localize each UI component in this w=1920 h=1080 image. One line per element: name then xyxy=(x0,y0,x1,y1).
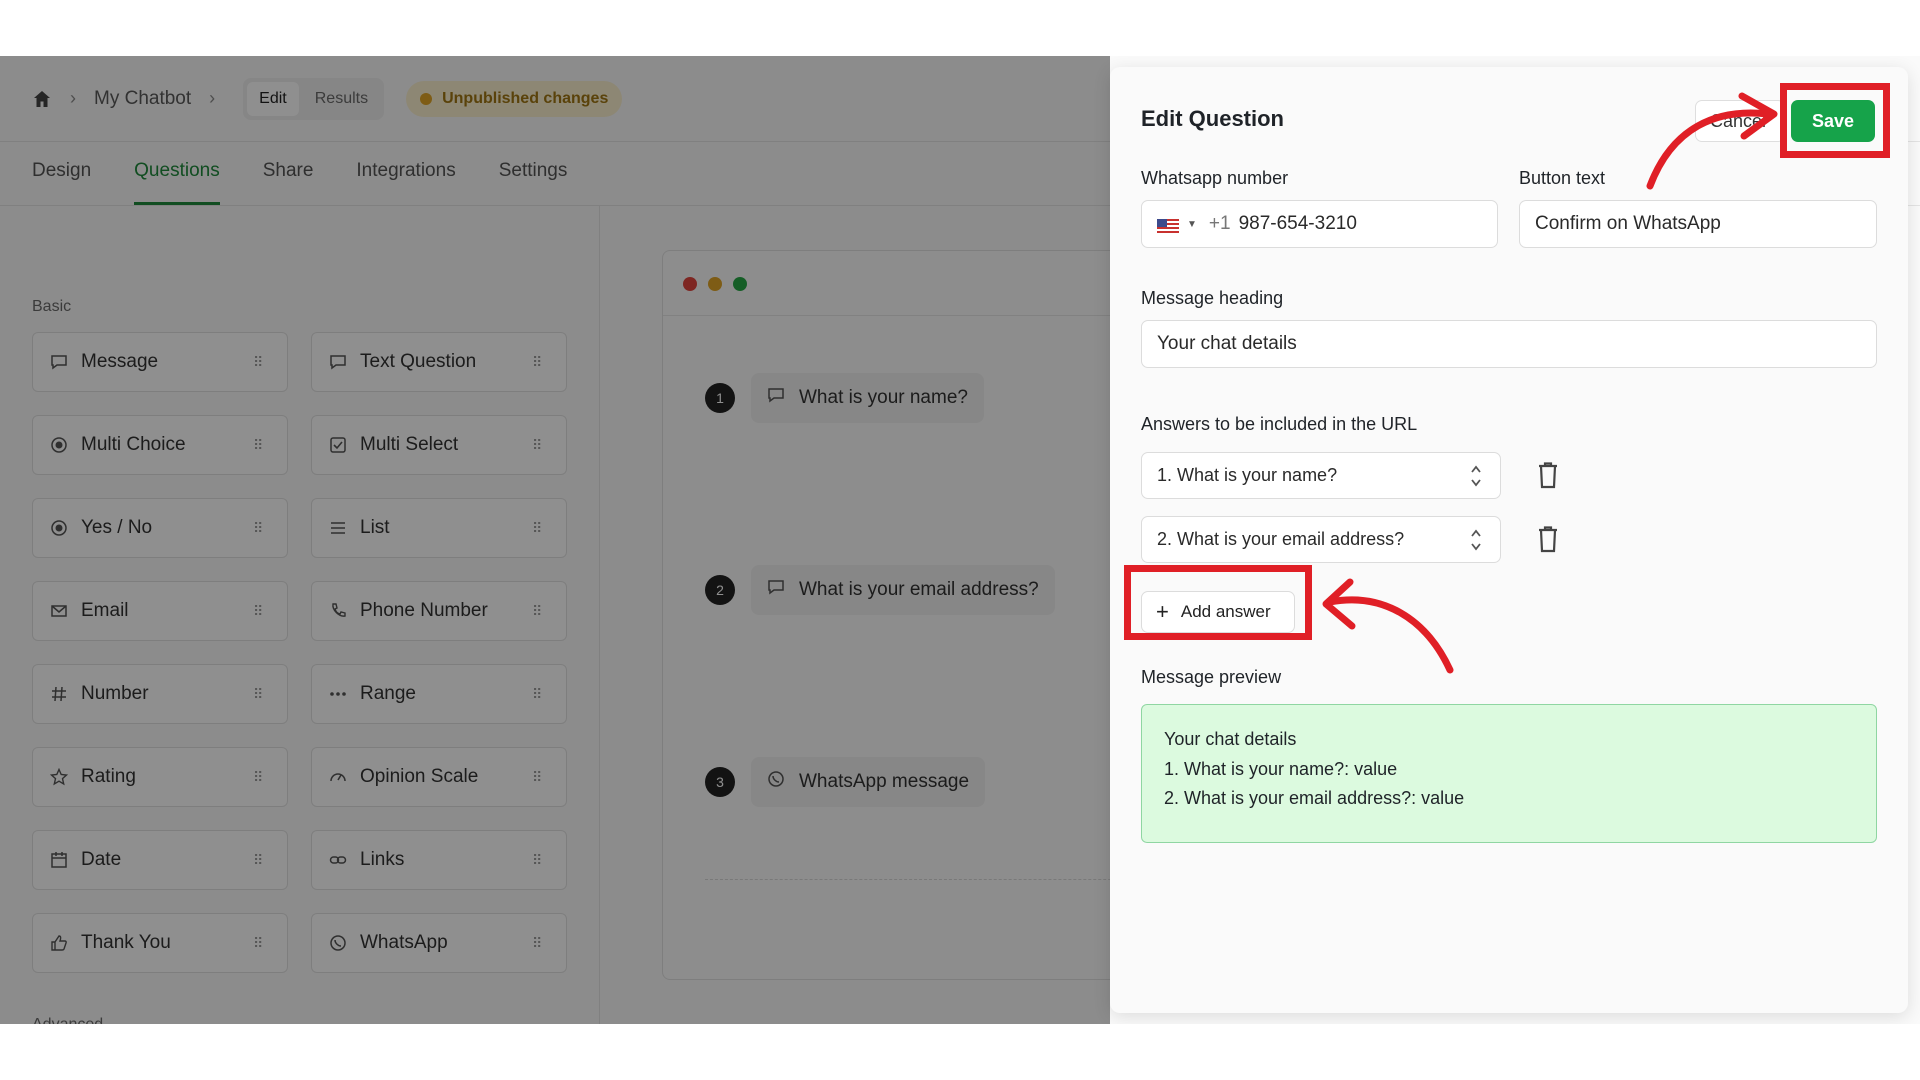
save-highlight-box xyxy=(1780,83,1890,158)
edit-question-panel: Edit Question Cancel Save Whatsapp numbe… xyxy=(1110,67,1908,1013)
panel-title: Edit Question xyxy=(1141,106,1284,131)
answer-select-2[interactable]: 2. What is your email address? xyxy=(1141,516,1501,563)
message-preview-box: Your chat details 1. What is your name?:… xyxy=(1141,704,1877,843)
trash-icon[interactable] xyxy=(1536,525,1560,553)
answer-select-value: 2. What is your email address? xyxy=(1157,529,1405,549)
whatsapp-number-value: 987-654-3210 xyxy=(1238,213,1357,234)
preview-heading: Your chat details xyxy=(1164,729,1297,749)
answers-label: Answers to be included in the URL xyxy=(1141,414,1418,434)
caret-down-icon[interactable]: ▼ xyxy=(1187,219,1197,230)
button-text-value: Confirm on WhatsApp xyxy=(1535,213,1721,234)
button-text-label: Button text xyxy=(1519,168,1606,188)
chevron-up-down-icon xyxy=(1471,529,1481,551)
chevron-up-down-icon xyxy=(1471,465,1481,487)
screen-frame: › My Chatbot › Edit Results Unpublished … xyxy=(0,56,1920,1024)
add-answer-highlight-box xyxy=(1124,565,1312,640)
message-heading-field[interactable]: Your chat details xyxy=(1141,320,1877,368)
whatsapp-number-field[interactable]: ▼ +1 987-654-3210 xyxy=(1141,200,1498,248)
preview-line: 1. What is your name?: value xyxy=(1164,759,1398,779)
message-heading-label: Message heading xyxy=(1141,288,1284,308)
button-text-field[interactable]: Confirm on WhatsApp xyxy=(1519,200,1877,248)
modal-backdrop[interactable] xyxy=(0,56,1110,1024)
message-heading-value: Your chat details xyxy=(1157,333,1297,354)
preview-line: 2. What is your email address?: value xyxy=(1164,788,1465,808)
trash-icon[interactable] xyxy=(1536,461,1560,489)
answer-select-1[interactable]: 1. What is your name? xyxy=(1141,452,1501,499)
answer-select-value: 1. What is your name? xyxy=(1157,465,1338,485)
us-flag-icon[interactable] xyxy=(1157,217,1179,233)
cancel-button[interactable]: Cancel xyxy=(1695,100,1785,142)
message-preview-label: Message preview xyxy=(1141,667,1282,687)
whatsapp-number-label: Whatsapp number xyxy=(1141,168,1289,188)
country-code: +1 xyxy=(1208,213,1231,234)
